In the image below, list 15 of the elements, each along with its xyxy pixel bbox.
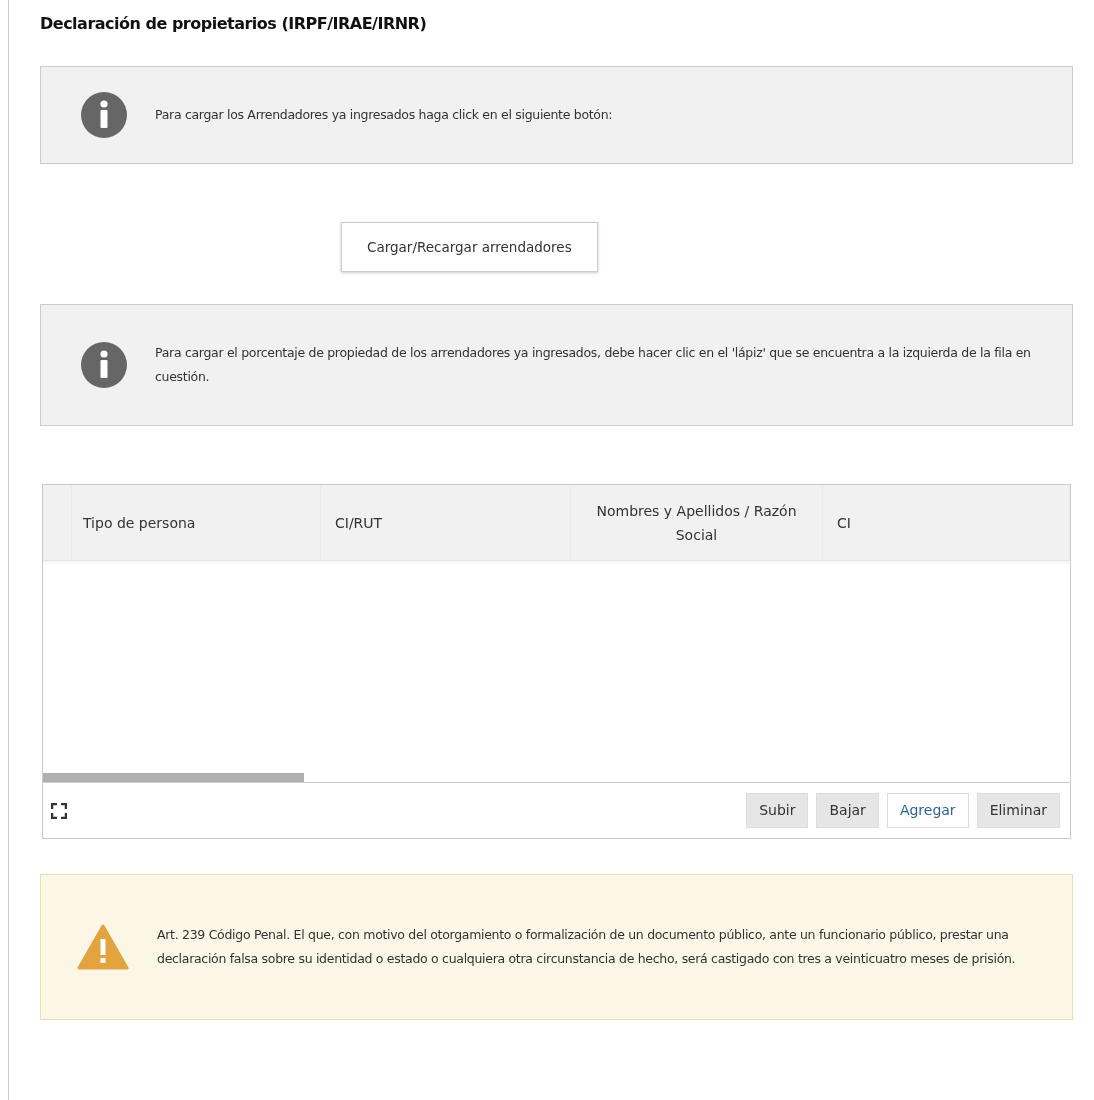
column-header[interactable]: CI/RUT — [321, 485, 571, 561]
info-icon — [81, 342, 127, 389]
column-header[interactable]: Tipo de persona — [69, 485, 321, 561]
column-header[interactable]: Nombres y Apellidos / Razón Social — [571, 485, 823, 561]
warning-text: Art. 239 Código Penal. El que, con motivo del otorgamiento o formalización de un documento público, ante un funcionario público, prestar una declaración falsa sobre su identidad o estado o cualquiera otra circunstancia de hecho, será castigado con tres a veinticuatro meses de prisión. — [157, 926, 1017, 969]
fullscreen-icon[interactable] — [51, 802, 67, 819]
load-button[interactable]: Cargar/Recargar arrendadores — [341, 222, 598, 273]
warning-icon — [77, 924, 129, 971]
info-text: Para cargar el porcentaje de propiedad de los arrendadores ya ingresados, debe hacer clic en el 'lápiz' que se encuentra a la izquierda de la fila en cuestión. — [155, 344, 1032, 387]
grid-button[interactable]: Agregar — [886, 793, 969, 829]
info-text: Para cargar los Arrendadores ya ingresados haga click en el siguiente botón: — [155, 106, 613, 124]
scrollbar-thumb[interactable] — [43, 773, 304, 783]
column-header[interactable]: CI — [823, 485, 1070, 561]
page-title: Declaración de propietarios (IRPF/IRAE/IRNR) — [40, 13, 428, 35]
info-icon — [81, 92, 127, 138]
